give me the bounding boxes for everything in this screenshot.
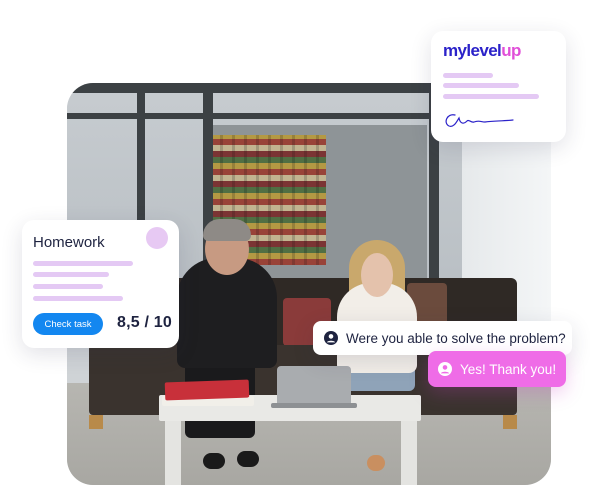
homework-title: Homework xyxy=(33,234,105,251)
brand-logo-part2: up xyxy=(501,41,521,60)
chat-question-text: Were you able to solve the problem? xyxy=(346,330,566,346)
user-circle-icon xyxy=(324,331,338,345)
woman-face xyxy=(361,253,393,297)
sofa-leg xyxy=(89,415,103,429)
user-circle-icon xyxy=(438,362,452,376)
man-hair xyxy=(203,219,251,241)
laptop-base xyxy=(271,403,357,408)
chat-question-bubble: Were you able to solve the problem? xyxy=(313,321,572,355)
brand-card: mylevelup xyxy=(431,31,566,142)
table-leg xyxy=(401,421,417,485)
shoe xyxy=(367,455,385,471)
table-leg xyxy=(165,421,181,485)
placeholder-line xyxy=(443,94,539,99)
homework-card: Homework Check task 8,5 / 10 xyxy=(22,220,179,348)
book xyxy=(164,379,250,401)
placeholder-line xyxy=(443,83,519,88)
avatar xyxy=(146,227,168,249)
brand-logo-part1: mylevel xyxy=(443,41,502,60)
placeholder-line xyxy=(33,261,133,266)
placeholder-line xyxy=(443,73,493,78)
chat-answer-bubble: Yes! Thank you! xyxy=(428,351,566,387)
brand-logo: mylevelup xyxy=(443,41,521,61)
laptop xyxy=(277,366,351,406)
check-task-button[interactable]: Check task xyxy=(33,313,103,335)
placeholder-line xyxy=(33,272,109,277)
chat-answer-text: Yes! Thank you! xyxy=(460,361,557,377)
shoe xyxy=(203,453,225,469)
placeholder-line xyxy=(33,284,103,289)
shoe xyxy=(237,451,259,467)
sofa-leg xyxy=(503,415,517,429)
signature-icon xyxy=(445,114,514,127)
placeholder-line xyxy=(33,296,123,301)
score-value: 8,5 / 10 xyxy=(117,314,172,331)
